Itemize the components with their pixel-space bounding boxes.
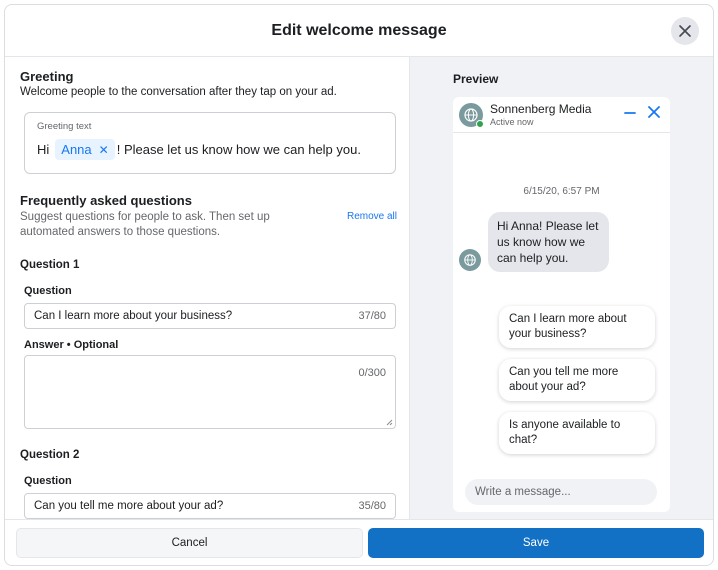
- question-1-value: Can I learn more about your business?: [34, 310, 233, 322]
- resize-grip-icon[interactable]: [385, 418, 393, 426]
- faq-title: Frequently asked questions: [20, 193, 192, 208]
- dialog-footer: Cancel Save: [5, 519, 713, 565]
- greeting-prefix: Hi: [37, 142, 50, 157]
- save-button[interactable]: Save: [368, 528, 704, 558]
- message-compose-input[interactable]: Write a message...: [465, 479, 657, 505]
- question-1-counter: 37/80: [358, 310, 386, 322]
- preview-title: Preview: [453, 72, 499, 86]
- quick-reply-2[interactable]: Can you tell me more about your ad?: [499, 359, 655, 401]
- close-button[interactable]: [671, 17, 699, 45]
- greeting-title: Greeting: [20, 69, 74, 84]
- question-2-counter: 35/80: [358, 500, 386, 512]
- question-1-title: Question 1: [20, 259, 80, 271]
- remove-token-icon[interactable]: ✕: [99, 143, 109, 157]
- quick-reply-3[interactable]: Is anyone available to chat?: [499, 412, 655, 454]
- question-1-input[interactable]: Can I learn more about your business? 37…: [24, 303, 396, 329]
- globe-logo-icon: [464, 254, 476, 266]
- faq-description: Suggest questions for people to ask. The…: [20, 211, 270, 238]
- dialog-title: Edit welcome message: [271, 21, 447, 39]
- question-2-title: Question 2: [20, 449, 80, 461]
- remove-all-link[interactable]: Remove all: [347, 211, 397, 222]
- chat-header: Sonnenberg Media Active now: [453, 97, 670, 133]
- quick-reply-1[interactable]: Can I learn more about your business?: [499, 306, 655, 348]
- question-2-label: Question: [24, 475, 72, 487]
- answer-1-textarea[interactable]: 0/300: [24, 355, 396, 429]
- message-avatar: [459, 249, 481, 271]
- answer-1-label: Answer • Optional: [24, 339, 119, 351]
- name-token-chip[interactable]: Anna ✕: [55, 139, 115, 160]
- answer-1-counter: 0/300: [358, 367, 386, 379]
- question-1-label: Question: [24, 285, 72, 297]
- question-2-input[interactable]: Can you tell me more about your ad? 35/8…: [24, 493, 396, 519]
- greeting-suffix: ! Please let us know how we can help you…: [116, 142, 361, 157]
- minimize-icon[interactable]: [624, 106, 636, 118]
- dialog-header: Edit welcome message: [5, 5, 713, 57]
- greeting-text-label: Greeting text: [37, 121, 92, 132]
- message-timestamp: 6/15/20, 6:57 PM: [523, 186, 600, 197]
- cancel-button[interactable]: Cancel: [16, 528, 363, 558]
- edit-welcome-dialog: Edit welcome message Greeting Welcome pe…: [4, 4, 714, 566]
- greeting-description: Welcome people to the conversation after…: [20, 86, 337, 98]
- greeting-text-field[interactable]: Greeting text Hi Anna ✕ ! Please let us …: [24, 112, 396, 174]
- page-name: Sonnenberg Media: [490, 102, 592, 116]
- editor-panel: Greeting Welcome people to the conversat…: [5, 57, 409, 519]
- active-status: Active now: [490, 117, 534, 127]
- page-avatar: [459, 102, 484, 128]
- close-chat-icon[interactable]: [648, 106, 660, 118]
- online-indicator: [476, 119, 484, 128]
- name-token-label: Anna: [61, 142, 92, 157]
- question-2-value: Can you tell me more about your ad?: [34, 500, 224, 512]
- preview-panel: Preview Sonnenberg Media Active now 6/15…: [409, 57, 713, 519]
- faq-section-header: Frequently asked questions Suggest quest…: [20, 193, 397, 240]
- greeting-section: Greeting Welcome people to the conversat…: [20, 69, 337, 98]
- messenger-preview: Sonnenberg Media Active now 6/15/20, 6:5…: [453, 97, 670, 512]
- close-icon: [679, 25, 691, 37]
- welcome-message-bubble: Hi Anna! Please let us know how we can h…: [488, 212, 609, 272]
